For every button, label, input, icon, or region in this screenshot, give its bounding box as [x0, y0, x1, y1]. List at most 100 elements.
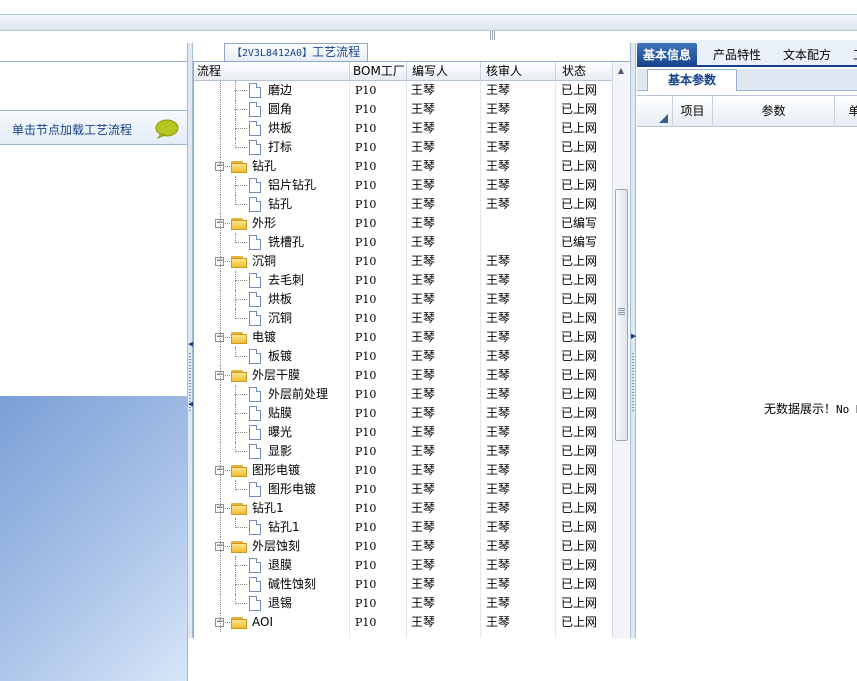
tree-connector: [235, 432, 247, 433]
file-icon: [249, 102, 261, 117]
collapse-left-icon[interactable]: ◀: [188, 341, 193, 348]
status-cell: 已上网: [561, 387, 598, 401]
tree-connector: [220, 442, 221, 461]
tree-node-label: 烘板: [268, 292, 293, 306]
tree-folder-row[interactable]: − 外形 P10 王琴 已编写: [194, 214, 612, 233]
tree-leaf-row[interactable]: 退膜 P10 王琴 王琴 已上网: [194, 556, 612, 575]
tree-leaf-row[interactable]: 外层前处理 P10 王琴 王琴 已上网: [194, 385, 612, 404]
reviewer-cell: 王琴: [486, 368, 511, 382]
tree-leaf-row[interactable]: 碱性蚀刻 P10 王琴 王琴 已上网: [194, 575, 612, 594]
tree-connector: [235, 451, 247, 452]
detail-panel: 基本信息 产品特性 文本配方 工 基本参数 项目 参数 单 无数据展示！No D: [637, 36, 857, 638]
tree-node-label: 外形: [252, 216, 277, 230]
collapse-right-icon[interactable]: ▶: [631, 333, 636, 340]
tree-leaf-row[interactable]: 磨边 P10 王琴 王琴 已上网: [194, 81, 612, 100]
bom-factory-cell: P10: [355, 274, 377, 287]
tree-leaf-row[interactable]: 去毛刺 P10 王琴 王琴 已上网: [194, 271, 612, 290]
tree-leaf-row[interactable]: 板镀 P10 王琴 王琴 已上网: [194, 347, 612, 366]
tree-leaf-row[interactable]: 烘板 P10 王琴 王琴 已上网: [194, 119, 612, 138]
folder-icon: [231, 256, 247, 268]
tree-leaf-row[interactable]: 打标 P10 王琴 王琴 已上网: [194, 138, 612, 157]
column-header-item[interactable]: 项目: [673, 96, 713, 127]
tree-leaf-row[interactable]: 沉铜 P10 王琴 王琴 已上网: [194, 309, 612, 328]
tree-folder-row[interactable]: − 图形电镀 P10 王琴 王琴 已上网: [194, 461, 612, 480]
file-icon: [249, 349, 261, 364]
tree-leaf-row[interactable]: 烘板 P10 王琴 王琴 已上网: [194, 290, 612, 309]
tree-connector: [235, 585, 236, 594]
row-selector-header[interactable]: [637, 96, 673, 127]
tree-connector: [220, 119, 221, 138]
file-icon: [249, 558, 261, 573]
tree-folder-row[interactable]: − AOI P10 王琴 王琴 已上网: [194, 613, 612, 632]
tree-folder-row[interactable]: − 外层蚀刻 P10 王琴 王琴 已上网: [194, 537, 612, 556]
tree-node-label: 电镀: [252, 330, 277, 344]
scroll-up-icon[interactable]: ▲: [613, 62, 629, 79]
right-vertical-splitter[interactable]: ▶: [630, 43, 636, 638]
tree-folder-row[interactable]: − 外层干膜 P10 王琴 王琴 已上网: [194, 366, 612, 385]
column-header-bom-factory[interactable]: BOM工厂: [350, 62, 407, 81]
reviewer-cell: 王琴: [486, 444, 511, 458]
file-icon: [249, 482, 261, 497]
tree-folder-row[interactable]: − 沉铜 P10 王琴 王琴 已上网: [194, 252, 612, 271]
expand-left-icon[interactable]: ◀: [188, 401, 193, 408]
left-panel: 单击节点加载工艺流程: [0, 43, 188, 681]
reviewer-cell: 王琴: [486, 140, 511, 154]
tree-connector: [235, 90, 247, 91]
tree-leaf-row[interactable]: 铝片钻孔 P10 王琴 王琴 已上网: [194, 176, 612, 195]
column-header-reviewer[interactable]: 核审人: [481, 62, 556, 81]
left-panel-background: [0, 396, 188, 681]
reviewer-cell: 王琴: [486, 501, 511, 515]
reviewer-cell: 王琴: [486, 159, 511, 173]
writer-cell: 王琴: [411, 539, 436, 553]
status-cell: 已上网: [561, 121, 598, 135]
top-splitter[interactable]: |||: [0, 14, 857, 41]
tree-folder-row[interactable]: − 钻孔1 P10 王琴 王琴 已上网: [194, 499, 612, 518]
writer-cell: 王琴: [411, 121, 436, 135]
tree-connector: [220, 233, 221, 252]
tab-basic-params[interactable]: 基本参数: [647, 69, 737, 91]
tree-node-label: AOI: [252, 615, 273, 629]
tree-leaf-row[interactable]: 钻孔 P10 王琴 王琴 已上网: [194, 195, 612, 214]
column-header-unit[interactable]: 单: [835, 96, 857, 127]
vertical-scrollbar[interactable]: ▲: [612, 62, 629, 638]
tree-folder-row[interactable]: − 钻孔 P10 王琴 王琴 已上网: [194, 157, 612, 176]
writer-cell: 王琴: [411, 254, 436, 268]
column-header-writer[interactable]: 编写人: [407, 62, 481, 81]
column-header-param[interactable]: 参数: [713, 96, 835, 127]
file-icon: [249, 292, 261, 307]
tab-process[interactable]: 工: [847, 43, 857, 67]
tree-leaf-row[interactable]: 圆角 P10 王琴 王琴 已上网: [194, 100, 612, 119]
scroll-thumb[interactable]: [615, 189, 628, 441]
tab-basic-info[interactable]: 基本信息: [637, 43, 698, 67]
column-header-flow[interactable]: 流程: [194, 62, 350, 81]
load-hint-box[interactable]: 单击节点加载工艺流程: [0, 110, 188, 145]
tree-leaf-row[interactable]: 退锡 P10 王琴 王琴 已上网: [194, 594, 612, 613]
tree-folder-row[interactable]: − 电镀 P10 王琴 王琴 已上网: [194, 328, 612, 347]
tree-connector: [220, 499, 221, 518]
tree-node-label: 钻孔1: [252, 501, 284, 515]
tree-connector: [220, 290, 221, 309]
column-header-status[interactable]: 状态: [556, 62, 612, 81]
tree-connector: [235, 394, 247, 395]
tree-leaf-row[interactable]: 钻孔1 P10 王琴 王琴 已上网: [194, 518, 612, 537]
tree-leaf-row[interactable]: 显影 P10 王琴 王琴 已上网: [194, 442, 612, 461]
tree-connector: [220, 138, 221, 157]
bom-factory-cell: P10: [355, 331, 377, 344]
tree-leaf-row[interactable]: 铣槽孔 P10 王琴 已编写: [194, 233, 612, 252]
status-cell: 已上网: [561, 292, 598, 306]
status-cell: 已上网: [561, 254, 598, 268]
tree-connector: [235, 395, 236, 404]
tree-leaf-row[interactable]: 图形电镀 P10 王琴 王琴 已上网: [194, 480, 612, 499]
tree-leaf-row[interactable]: 曝光 P10 王琴 王琴 已上网: [194, 423, 612, 442]
status-cell: 已上网: [561, 463, 598, 477]
folder-icon: [231, 503, 247, 515]
status-cell: 已上网: [561, 368, 598, 382]
splitter-grip[interactable]: |||: [486, 31, 498, 42]
tree-leaf-row[interactable]: 贴膜 P10 王琴 王琴 已上网: [194, 404, 612, 423]
bom-factory-cell: P10: [355, 616, 377, 629]
tab-product-features[interactable]: 产品特性: [707, 43, 767, 67]
bom-factory-cell: P10: [355, 540, 377, 553]
file-icon: [249, 596, 261, 611]
bom-factory-cell: P10: [355, 198, 377, 211]
tab-text-formula[interactable]: 文本配方: [777, 43, 837, 67]
